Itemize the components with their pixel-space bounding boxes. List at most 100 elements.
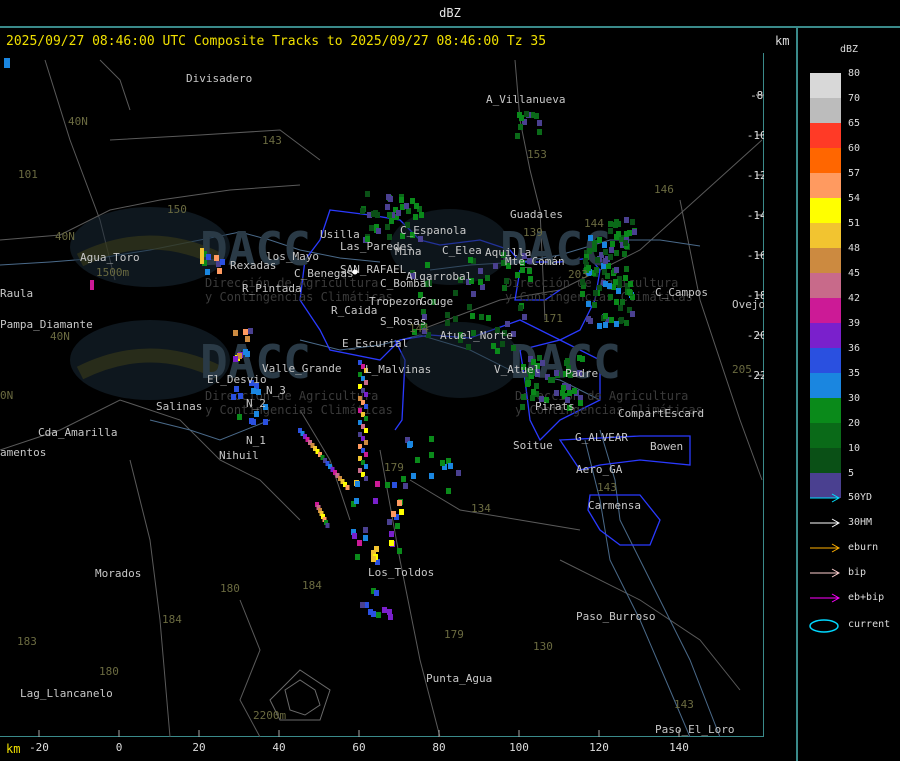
legend-label: 30	[848, 393, 861, 404]
place-label: C_Espanola	[400, 224, 466, 237]
place-label: El_Desvio	[207, 373, 267, 386]
km-unit-top: km	[775, 34, 790, 48]
spot-label: 134	[471, 502, 491, 515]
place-label: E_Escurial	[342, 337, 408, 350]
x-tick-label: 20	[192, 741, 206, 754]
place-label: Atuel_Norte	[440, 329, 513, 342]
legend-label: 39	[848, 318, 861, 329]
current-label: current	[848, 619, 891, 630]
spot-label: 40N	[55, 230, 75, 243]
place-label: Tropezon	[369, 295, 422, 308]
window-title: dBZ	[439, 6, 461, 20]
legend-label: 57	[848, 168, 861, 179]
place-label: Pirats	[535, 400, 575, 413]
track-arrow-icon	[810, 543, 841, 553]
legend-label: 80	[848, 68, 861, 79]
place-label: Pampa_Diamante	[0, 318, 93, 331]
legend-swatch-20	[810, 423, 841, 448]
spot-label: 150	[167, 203, 187, 216]
y-tick-label: -220	[747, 369, 764, 382]
place-label: Las_Paredes	[340, 240, 413, 253]
track-arrow-icon	[810, 593, 841, 603]
y-tick-label: -200	[747, 329, 764, 342]
spot-label: 1500m	[96, 266, 129, 279]
track-arrow-icon	[810, 518, 841, 528]
legend-swatch-60	[810, 148, 841, 173]
place-label: Raula	[0, 287, 33, 300]
legend-swatch-51	[810, 223, 841, 248]
x-axis	[38, 730, 680, 737]
track-arrow-icon	[810, 568, 841, 578]
legend-label: 20	[848, 418, 861, 429]
legend-label: 48	[848, 243, 861, 254]
current-ellipse-icon	[809, 619, 839, 633]
radar-header: 2025/09/27 08:46:00 UTC Composite Tracks…	[6, 34, 547, 49]
spot-label: 143	[597, 481, 617, 494]
spot-label: 139	[523, 226, 543, 239]
place-label: A_Villanueva	[486, 93, 565, 106]
place-label: Carmensa	[588, 499, 641, 512]
place-label: C_Benegas	[294, 267, 354, 280]
place-label: Paso_Burroso	[576, 610, 655, 623]
x-axis-labels: -20 0 20 40 60 80 100 120 140	[0, 741, 764, 757]
spot-label: 101	[18, 168, 38, 181]
legend-label: 36	[848, 343, 861, 354]
x-tick-label: 60	[352, 741, 366, 754]
place-label: N_2	[246, 397, 266, 410]
legend-swatch-70	[810, 98, 841, 123]
place-label: CompartEscard	[618, 407, 704, 420]
y-axis: -80 -100 -120 -140 -160 -180 -200 -220	[747, 89, 774, 382]
place-label: Salinas	[156, 400, 202, 413]
place-label: amentos	[0, 446, 46, 459]
place-label: R_Pintada	[242, 282, 302, 295]
legend-swatch-10	[810, 448, 841, 473]
radar-map[interactable]: DACC Dirección de Agricultura y Contingenc…	[0, 53, 774, 738]
place-label: Padre	[565, 367, 598, 380]
place-label: Los_Toldos	[368, 566, 434, 579]
y-tick-label: -120	[747, 169, 764, 182]
spot-label: 179	[384, 461, 404, 474]
y-tick-label: -80	[750, 89, 764, 102]
legend-swatch-45	[810, 273, 841, 298]
place-label: Agua_Toro	[80, 251, 140, 264]
legend-swatch-54	[810, 198, 841, 223]
spot-label: 0N	[0, 389, 13, 402]
place-label: N_1	[246, 434, 266, 447]
legend-label: 70	[848, 93, 861, 104]
y-tick-label: -100	[747, 129, 764, 142]
track-arrow-icon	[810, 493, 841, 503]
x-tick-label: 100	[509, 741, 529, 754]
x-tick-label: 40	[272, 741, 286, 754]
legend-title: dBZ	[840, 44, 859, 55]
x-tick-label: -20	[29, 741, 49, 754]
place-label: Soitue	[513, 439, 553, 452]
place-label: Cda_Amarilla	[38, 426, 117, 439]
spot-label: 130	[533, 640, 553, 653]
spot-label: 144	[584, 217, 604, 230]
spot-label: 143	[262, 134, 282, 147]
place-label: Punta_Agua	[426, 672, 492, 685]
place-label: Aero_GA	[576, 463, 623, 476]
map-canvas[interactable]: DACCDirección de Agriculturay Contingenc…	[0, 53, 774, 738]
place-label: N_3	[266, 384, 286, 397]
spot-label: 179	[444, 628, 464, 641]
legend-label: 51	[848, 218, 861, 229]
spot-label: 144	[409, 322, 429, 335]
place-label: Nihuil	[219, 449, 259, 462]
x-tick-label: 140	[669, 741, 689, 754]
place-label: Valle_Grande	[262, 362, 341, 375]
spot-label: 180	[220, 582, 240, 595]
track-label: 50YD	[848, 492, 873, 503]
y-tick-label: -180	[747, 289, 764, 302]
legend-label: 60	[848, 143, 861, 154]
spot-label: 146	[654, 183, 674, 196]
legend-label: 10	[848, 443, 861, 454]
legend-label: 5	[848, 468, 855, 479]
place-label: los_Mayo	[266, 250, 319, 263]
track-label: bip	[848, 567, 867, 578]
place-label: G_ALVEAR	[575, 431, 628, 444]
y-tick-label: -160	[747, 249, 764, 262]
place-label: Mte_Comán	[505, 255, 565, 268]
legend-swatch-57	[810, 173, 841, 198]
legend-swatch-36	[810, 348, 841, 373]
